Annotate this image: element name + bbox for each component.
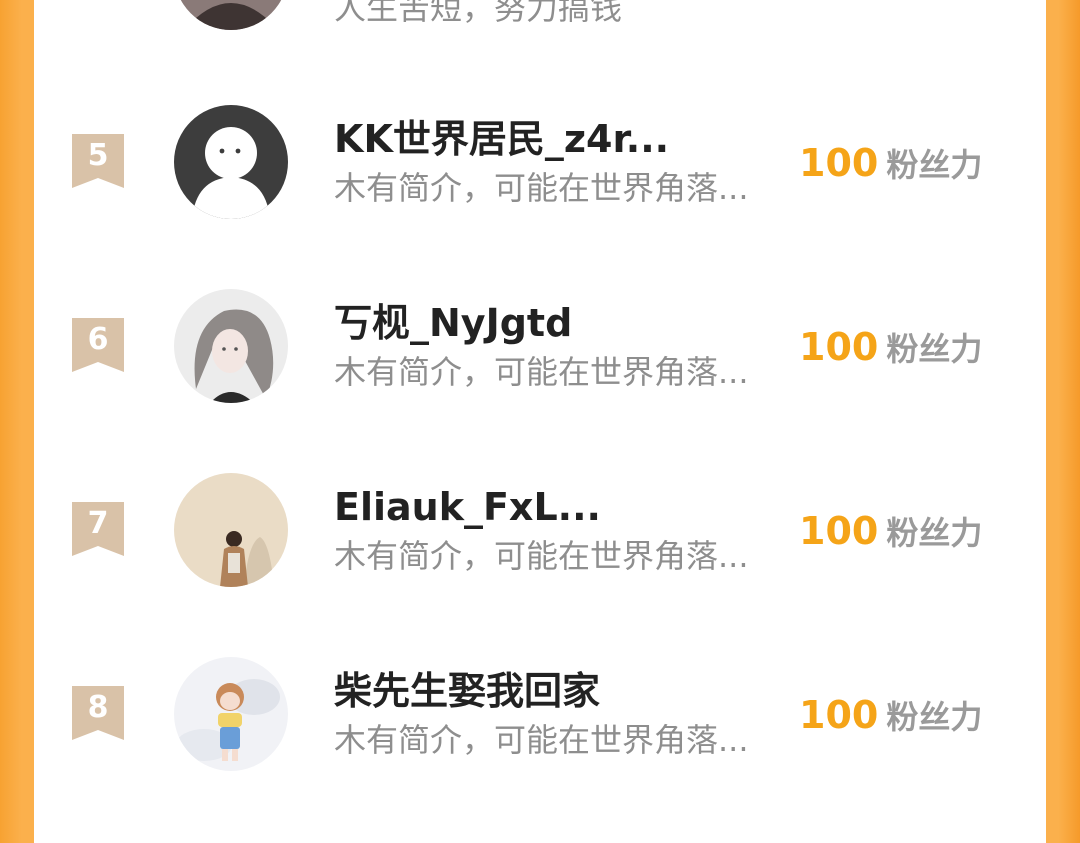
avatar[interactable] xyxy=(174,473,288,587)
fan-power-label: 粉丝力 xyxy=(886,514,983,552)
rank-number: 8 xyxy=(87,690,109,725)
fan-power-value: 100 xyxy=(799,141,879,185)
fan-power-value: 100 xyxy=(799,509,879,553)
cartoon-girl-avatar xyxy=(174,657,288,771)
avatar[interactable] xyxy=(174,0,288,30)
avatar[interactable] xyxy=(174,657,288,771)
fan-power: 100 粉丝力 xyxy=(799,508,982,562)
rank-badge: 8 xyxy=(72,686,124,740)
fan-power-label: 粉丝力 xyxy=(886,698,983,736)
user-bio: 木有简介，可能在世界角落... xyxy=(334,537,749,575)
rank-badge: 7 xyxy=(72,502,124,556)
ranking-row[interactable]: 5 KK世界居民_z4r... 木有简介，可能在世界角落... 100 粉丝力 xyxy=(34,70,1046,254)
rank-badge: 6 xyxy=(72,318,124,372)
illustrated-girl-avatar xyxy=(174,289,288,403)
avatar[interactable] xyxy=(174,105,288,219)
default-person-avatar-icon xyxy=(174,105,288,219)
user-bio: 人生苦短，努力搞钱 xyxy=(334,0,623,27)
fan-power-label: 粉丝力 xyxy=(886,146,983,184)
user-bio: 木有简介，可能在世界角落... xyxy=(334,353,749,391)
user-name[interactable]: KK世界居民_z4r... xyxy=(334,116,669,162)
user-name[interactable]: 柴先生娶我回家 xyxy=(334,668,600,714)
child-photo-avatar xyxy=(174,473,288,587)
rank-number: 6 xyxy=(87,322,109,357)
fan-power-value: 100 xyxy=(799,693,879,737)
avatar[interactable] xyxy=(174,289,288,403)
fan-power-label: 粉丝力 xyxy=(886,330,983,368)
fan-power: 100 粉丝力 xyxy=(799,692,982,746)
fan-power-value: 100 xyxy=(799,325,879,369)
user-bio: 木有简介，可能在世界角落... xyxy=(334,721,749,759)
user-name[interactable]: 丂枧_NyJgtd xyxy=(334,300,572,346)
rank-badge: 5 xyxy=(72,134,124,188)
ranking-row[interactable]: 人生苦短，努力搞钱 xyxy=(34,0,1046,54)
fan-power: 100 粉丝力 xyxy=(799,140,982,194)
fan-power: 100 粉丝力 xyxy=(799,324,982,378)
ranking-row[interactable]: 8 柴先生娶我回家 木有简介，可能在世界角落... 100 粉丝力 xyxy=(34,622,1046,806)
ranking-row[interactable]: 6 丂枧_NyJgtd 木有简介，可能在世界角落... 100 粉丝力 xyxy=(34,254,1046,438)
rank-number: 5 xyxy=(87,138,109,173)
user-name[interactable]: Eliauk_FxL... xyxy=(334,484,601,530)
rank-number: 7 xyxy=(87,506,109,541)
fan-ranking-list: 人生苦短，努力搞钱 5 KK世界居民_z4r... 木有简介，可能在世界角落..… xyxy=(34,0,1046,843)
user-bio: 木有简介，可能在世界角落... xyxy=(334,169,749,207)
ranking-row[interactable]: 7 Eliauk_FxL... 木有简介，可能在世界角落... 100 粉丝力 xyxy=(34,438,1046,622)
